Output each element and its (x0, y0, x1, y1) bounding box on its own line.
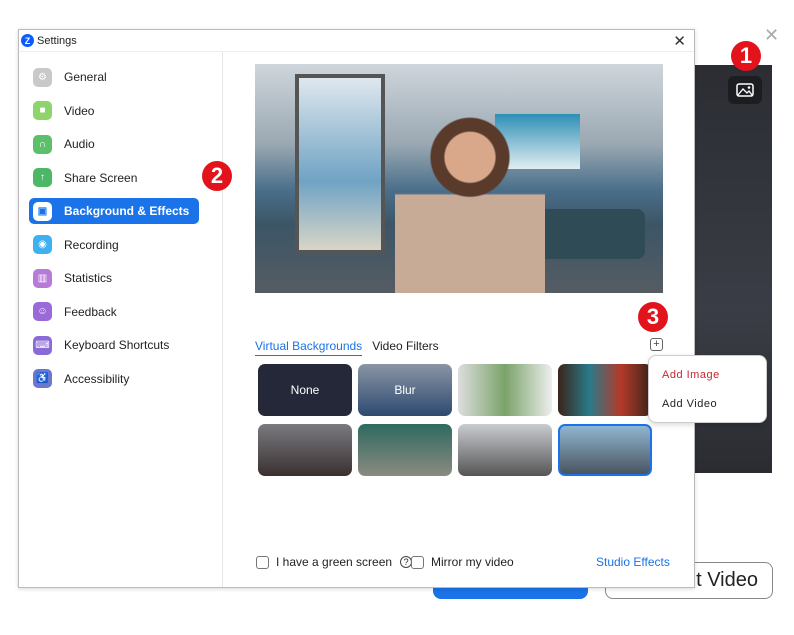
window-title: Settings (37, 34, 77, 47)
record-icon: ◉ (33, 235, 52, 254)
sidebar-item-recording[interactable]: ◉ Recording (29, 232, 199, 258)
menu-item-add-image[interactable]: Add Image (662, 369, 720, 381)
step-badge-3: 3 (638, 302, 668, 332)
mirror-option[interactable]: Mirror my video (411, 555, 514, 569)
add-background-button[interactable]: + (650, 338, 663, 351)
sidebar-item-label: Audio (64, 137, 95, 151)
sidebar-item-label: General (64, 70, 107, 84)
title-bar: Z Settings ✕ (19, 30, 694, 52)
sidebar-item-general[interactable]: ⚙ General (29, 64, 199, 90)
green-screen-option[interactable]: I have a green screen ? (256, 555, 413, 569)
smiley-icon: ☺ (33, 302, 52, 321)
accessibility-icon: ♿ (33, 369, 52, 388)
mirror-label: Mirror my video (431, 555, 514, 569)
studio-effects-link[interactable]: Studio Effects (596, 555, 670, 569)
settings-dialog: Z Settings ✕ ⚙ General ■ Video ∩ Audio ↑ Share … (18, 29, 695, 588)
background-person-icon: ▣ (33, 201, 52, 221)
menu-item-add-video[interactable]: Add Video (662, 398, 717, 410)
green-screen-label: I have a green screen (276, 555, 393, 569)
background-thumbnail[interactable] (558, 364, 652, 416)
add-background-menu: Add Image Add Video (648, 355, 767, 423)
background-thumbnail[interactable] (558, 424, 652, 476)
background-thumbnail[interactable] (458, 364, 552, 416)
sidebar-item-label: Accessibility (64, 371, 130, 386)
sidebar: ⚙ General ■ Video ∩ Audio ↑ Share Screen ▣ Backgr… (19, 52, 223, 587)
headphones-icon: ∩ (33, 134, 52, 154)
close-icon[interactable]: ✕ (764, 25, 779, 46)
background-thumbnail[interactable]: Blur (358, 364, 452, 416)
tab-video-filters[interactable]: Video Filters (372, 339, 438, 356)
image-background-button[interactable] (728, 76, 762, 104)
image-icon (736, 83, 754, 97)
close-icon[interactable]: ✕ (673, 32, 686, 50)
tab-virtual-backgrounds[interactable]: Virtual Backgrounds (255, 339, 363, 356)
background-tabs: Virtual Backgrounds Video Filters (255, 339, 439, 356)
sidebar-item-video[interactable]: ■ Video (29, 98, 199, 124)
green-screen-checkbox[interactable] (256, 555, 269, 569)
mirror-checkbox[interactable] (411, 555, 424, 569)
video-preview (255, 64, 663, 293)
sidebar-item-label: Share Screen (64, 170, 138, 185)
sidebar-item-label: Statistics (64, 271, 113, 285)
share-screen-icon: ↑ (33, 168, 52, 187)
sidebar-item-label: Keyboard Shortcuts (64, 338, 170, 352)
background-thumbnail[interactable] (458, 424, 552, 476)
background-thumbnail[interactable] (358, 424, 452, 476)
sidebar-item-label: Recording (64, 237, 119, 252)
sidebar-item-statistics[interactable]: ▥ Statistics (29, 265, 199, 291)
sidebar-item-label: Video (64, 103, 95, 118)
background-thumbnail[interactable]: None (258, 364, 352, 416)
sidebar-item-keyboard-shortcuts[interactable]: ⌨ Keyboard Shortcuts (29, 332, 199, 358)
gear-icon: ⚙ (33, 67, 52, 87)
sidebar-item-background-effects[interactable]: ▣ Background & Effects (29, 198, 199, 224)
bar-chart-icon: ▥ (33, 268, 52, 288)
sidebar-item-share-screen[interactable]: ↑ Share Screen (29, 165, 199, 191)
sidebar-item-label: Feedback (64, 304, 117, 319)
background-thumbnail[interactable] (258, 424, 352, 476)
video-camera-icon: ■ (33, 101, 52, 120)
zoom-logo-icon: Z (21, 34, 34, 47)
sidebar-item-audio[interactable]: ∩ Audio (29, 131, 199, 157)
sidebar-item-accessibility[interactable]: ♿ Accessibility (29, 366, 199, 392)
sidebar-item-label: Background & Effects (64, 204, 190, 218)
sidebar-item-feedback[interactable]: ☺ Feedback (29, 299, 199, 325)
step-badge-1: 1 (731, 41, 761, 71)
step-badge-2: 2 (202, 161, 232, 191)
keyboard-icon: ⌨ (33, 335, 52, 355)
